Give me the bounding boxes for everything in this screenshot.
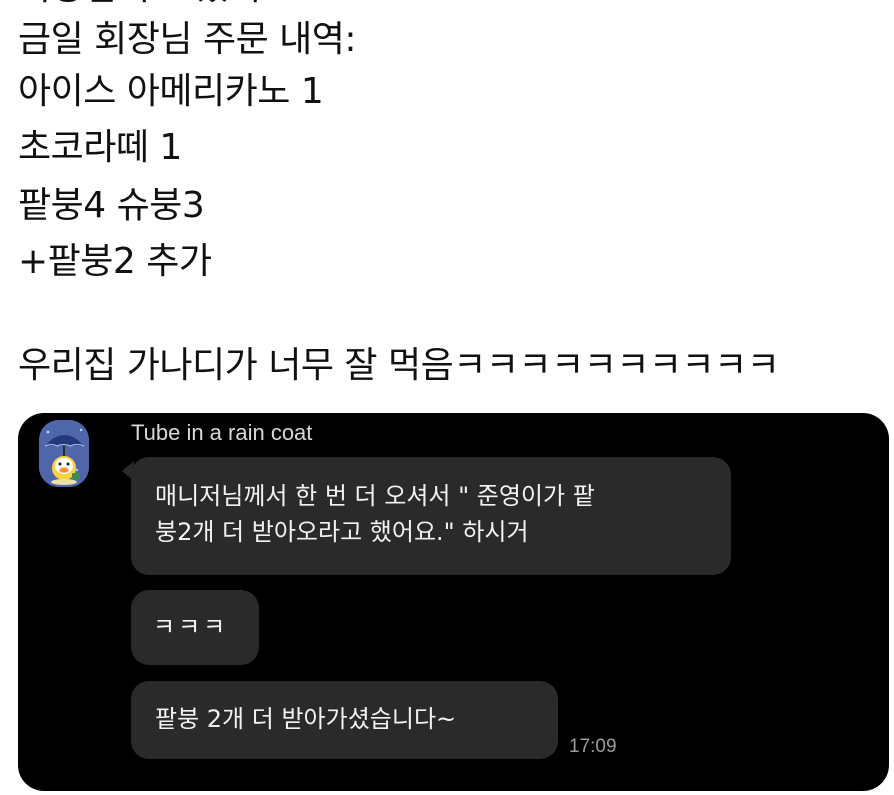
post-line-partial: 회장님이 오셨어: [18, 0, 261, 10]
message-text-line-1: 매니저님께서 한 번 더 오셔서 " 준영이가 팥: [155, 482, 595, 510]
post-line-order-header: 금일 회장님 주문 내역:: [18, 19, 357, 60]
sender-name: Tube in a rain coat: [131, 420, 313, 445]
message-bubble[interactable]: 팥붕 2개 더 받아가셨습니다~: [131, 681, 558, 759]
post-line-extra: +팥붕2 추가: [18, 241, 212, 282]
message-timestamp: 17:09: [569, 736, 617, 757]
message-bubble[interactable]: ㅋㅋㅋ: [131, 590, 259, 665]
post-line-americano: 아이스 아메리카노 1: [18, 71, 324, 112]
post-line-bungeoppang: 팥붕4 슈붕3: [18, 185, 205, 226]
message-text: ㅋㅋㅋ: [153, 613, 229, 641]
duck-with-umbrella-avatar[interactable]: [39, 420, 89, 487]
message-bubble[interactable]: 매니저님께서 한 번 더 오셔서 " 준영이가 팥 붕2개 더 받아오라고 했어…: [131, 457, 731, 575]
message-text: 팥붕 2개 더 받아가셨습니다~: [155, 705, 457, 733]
message-text-line-2: 붕2개 더 받아오라고 했어요." 하시거: [155, 518, 529, 546]
post-line-choco-latte: 초코라떼 1: [18, 127, 182, 168]
duck-with-umbrella-icon: [39, 420, 89, 487]
chat-screenshot: Tube in a rain coat 매니저님께서 한 번 더 오셔서 " 준…: [18, 413, 889, 791]
post-line-comment: 우리집 가나디가 너무 잘 먹음ㅋㅋㅋㅋㅋㅋㅋㅋㅋㅋ: [18, 345, 780, 386]
